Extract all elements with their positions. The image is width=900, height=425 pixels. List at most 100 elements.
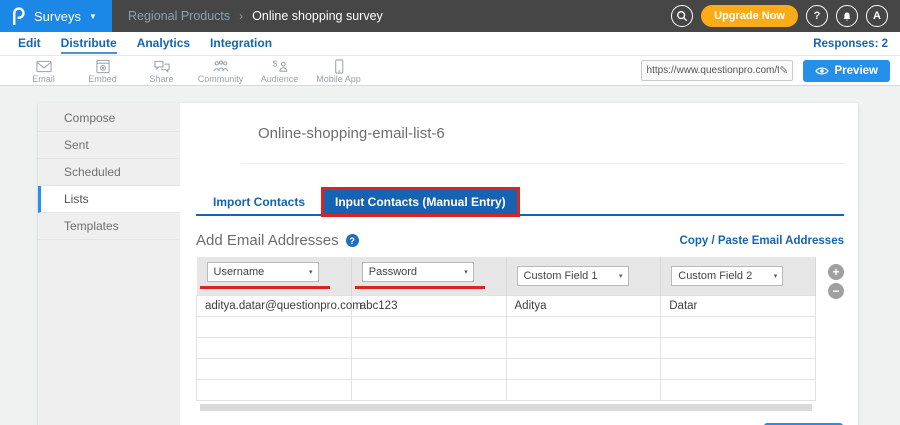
toolbar-item-email[interactable]: Email — [14, 58, 73, 84]
toolbar-item-share[interactable]: Share — [132, 58, 191, 84]
toolbar-item-label: Embed — [88, 73, 117, 84]
add-emails-header: Add Email Addresses ? Copy / Paste Email… — [196, 232, 844, 249]
chevron-down-icon: ▾ — [773, 272, 778, 280]
toolbar-item-label: Mobile App — [316, 73, 361, 84]
nav-item-edit[interactable]: Edit — [18, 33, 41, 54]
row-controls: + − — [828, 264, 844, 299]
toolbar-item-label: Email — [32, 73, 55, 84]
search-button[interactable] — [671, 5, 694, 27]
table-cell[interactable] — [350, 378, 507, 401]
table-row — [196, 357, 816, 380]
copy-paste-emails-link[interactable]: Copy / Paste Email Addresses — [680, 235, 844, 247]
table-cell[interactable] — [196, 315, 352, 338]
sidebar-item-scheduled[interactable]: Scheduled — [38, 159, 180, 186]
upgrade-now-button[interactable]: Upgrade Now — [701, 5, 798, 27]
table-row: aditya.datar@questionpro.com abc123 Aditya… — [196, 294, 816, 317]
table-cell[interactable] — [660, 336, 816, 359]
community-icon — [210, 59, 232, 74]
toolbar-item-embed[interactable]: Embed — [73, 58, 132, 84]
contacts-table: Username ▾ Password ▾ Custom Field 1 ▾ Custom … — [196, 257, 816, 401]
table-cell[interactable]: Aditya — [505, 294, 662, 317]
responses-count[interactable]: Responses: 2 — [813, 38, 892, 50]
preview-button[interactable]: Preview — [802, 59, 890, 82]
sidebar-item-templates[interactable]: Templates — [38, 213, 180, 240]
annotation-underline — [354, 286, 485, 290]
table-cell[interactable] — [660, 378, 816, 401]
table-cell[interactable] — [505, 336, 662, 359]
audience-icon: $ — [269, 59, 291, 74]
table-cell[interactable] — [196, 357, 352, 380]
field-select-custom-field-1[interactable]: Custom Field 1 ▾ — [516, 265, 629, 286]
page-background: Compose Sent Scheduled Lists Templates Onlin… — [0, 86, 900, 425]
account-avatar[interactable]: A — [866, 5, 888, 27]
column-header-password: Password ▾ — [351, 257, 507, 295]
list-main-panel: Online-shopping-email-list-6 Import Cont… — [180, 103, 858, 425]
surveys-product-menu[interactable]: Surveys ▼ — [0, 0, 112, 32]
section-title: Add Email Addresses — [196, 232, 339, 249]
nav-item-distribute[interactable]: Distribute — [60, 33, 117, 54]
column-header-username: Username ▾ — [196, 257, 352, 295]
table-cell[interactable] — [505, 357, 662, 380]
topbar-actions: Upgrade Now ? A — [671, 5, 900, 27]
table-cell[interactable] — [505, 315, 662, 338]
table-cell[interactable]: aditya.datar@questionpro.com — [196, 294, 362, 317]
toolbar-item-mobile-app[interactable]: Mobile App — [309, 58, 368, 84]
field-select-password[interactable]: Password ▾ — [361, 262, 474, 283]
toolbar-item-community[interactable]: Community — [191, 58, 250, 84]
survey-nav-items: Edit Distribute Analytics Integration — [8, 33, 282, 54]
distribute-channels: Email Embed Share Community $ Audience Mobile … — [14, 58, 368, 84]
field-select-value: Custom Field 2 — [678, 269, 753, 282]
table-cell[interactable] — [660, 357, 816, 380]
notifications-button[interactable] — [836, 5, 858, 27]
remove-row-button[interactable]: − — [828, 283, 844, 299]
field-select-value: Custom Field 1 — [523, 269, 598, 282]
list-title-block: Online-shopping-email-list-6 — [242, 125, 844, 164]
table-cell[interactable] — [660, 315, 816, 338]
mobile-app-icon — [328, 58, 350, 74]
sidebar-item-compose[interactable]: Compose — [38, 105, 180, 132]
table-row — [196, 315, 816, 338]
contacts-table-wrap: Username ▾ Password ▾ Custom Field 1 ▾ Custom … — [196, 257, 844, 411]
survey-url-box: ✎ — [640, 60, 793, 81]
survey-url-input[interactable] — [646, 65, 780, 76]
help-button[interactable]: ? — [806, 5, 828, 27]
nav-item-analytics[interactable]: Analytics — [137, 33, 190, 54]
table-cell[interactable] — [505, 378, 662, 401]
table-cell[interactable]: Datar — [660, 294, 816, 317]
chevron-down-icon: ▼ — [88, 11, 97, 21]
field-select-username[interactable]: Username ▾ — [206, 262, 319, 283]
nav-item-integration[interactable]: Integration — [210, 33, 272, 54]
edit-url-icon[interactable]: ✎ — [779, 64, 788, 77]
email-sidebar: Compose Sent Scheduled Lists Templates — [38, 103, 180, 425]
top-bar: Surveys ▼ Regional Products › Online shopp… — [0, 0, 900, 32]
questionpro-logo-icon — [10, 5, 27, 27]
table-cell[interactable] — [350, 357, 507, 380]
toolbar-item-label: Community — [197, 73, 244, 84]
horizontal-scrollbar[interactable] — [200, 403, 812, 411]
distribute-toolbar: Email Embed Share Community $ Audience Mobile … — [0, 56, 900, 86]
column-header-custom-field-2: Custom Field 2 ▾ — [660, 257, 816, 295]
tab-import-contacts[interactable]: Import Contacts — [202, 190, 316, 214]
breadcrumb-item-online-shopping-survey[interactable]: Online shopping survey — [252, 9, 383, 23]
breadcrumb-item-regional-products[interactable]: Regional Products — [128, 9, 230, 23]
tab-input-contacts-manual-entry[interactable]: Input Contacts (Manual Entry) — [321, 187, 520, 217]
chevron-down-icon: ▾ — [464, 269, 468, 277]
help-icon[interactable]: ? — [345, 234, 359, 247]
add-row-button[interactable]: + — [828, 264, 844, 280]
field-select-custom-field-2[interactable]: Custom Field 2 ▾ — [671, 265, 784, 286]
table-cell[interactable] — [196, 378, 352, 401]
table-cell[interactable] — [350, 336, 507, 359]
breadcrumb: Regional Products › Online shopping survey — [128, 9, 383, 23]
share-icon — [151, 59, 173, 74]
bell-icon — [841, 10, 853, 22]
eye-icon — [814, 66, 829, 76]
table-cell[interactable] — [196, 336, 352, 359]
survey-nav: Edit Distribute Analytics Integration Respo… — [0, 32, 900, 56]
table-cell[interactable] — [350, 315, 507, 338]
email-lists-card: Compose Sent Scheduled Lists Templates Onlin… — [38, 103, 858, 425]
sidebar-item-lists[interactable]: Lists — [38, 186, 180, 213]
preview-label: Preview — [834, 64, 878, 77]
sidebar-item-sent[interactable]: Sent — [38, 132, 180, 159]
table-cell[interactable]: abc123 — [350, 294, 507, 317]
toolbar-item-audience[interactable]: $ Audience — [250, 58, 309, 84]
